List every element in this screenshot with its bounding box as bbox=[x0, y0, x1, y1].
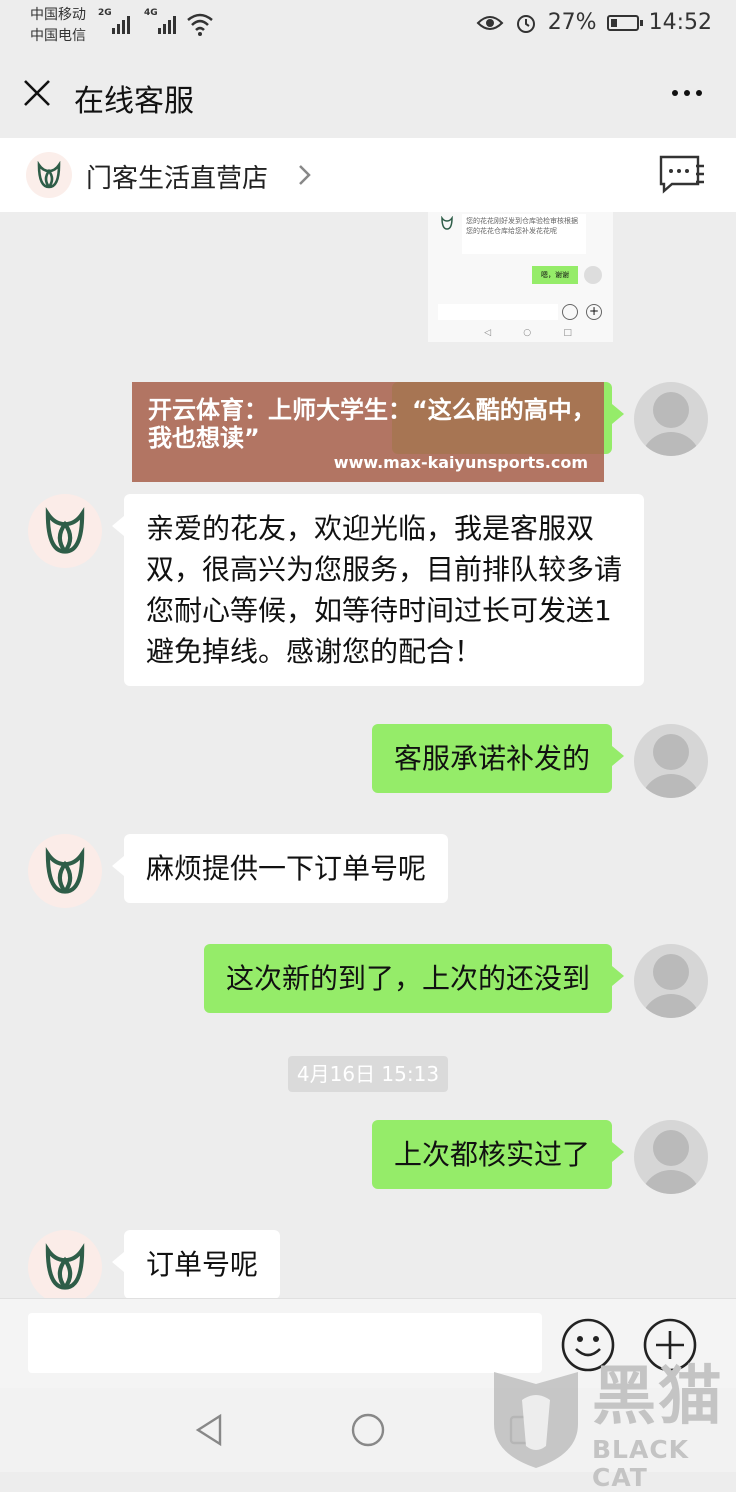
emoji-icon bbox=[562, 304, 578, 320]
avatar bbox=[584, 266, 602, 284]
battery-icon bbox=[606, 14, 643, 31]
watermark: 黑猫 BLACK CAT bbox=[486, 1360, 736, 1492]
tulip-logo-icon bbox=[45, 507, 85, 554]
user-avatar[interactable] bbox=[634, 1120, 708, 1194]
recent-square-icon: □ bbox=[563, 328, 572, 338]
shop-logo bbox=[26, 152, 72, 198]
tulip-logo-icon bbox=[45, 847, 85, 894]
wifi-icon bbox=[187, 13, 213, 36]
promo-overlay[interactable]: 开云体育：上师大学生：“这么酷的高中，我也想读” www.max-kaiyuns… bbox=[132, 382, 604, 482]
plus-icon: + bbox=[586, 304, 602, 320]
user-avatar[interactable] bbox=[634, 944, 708, 1018]
shop-bar[interactable]: 门客生活直营店 bbox=[0, 138, 736, 212]
home-circle-icon[interactable] bbox=[350, 1412, 386, 1448]
agent-avatar[interactable] bbox=[28, 494, 102, 568]
page-title: 在线客服 bbox=[74, 84, 194, 119]
watermark-brand-en: BLACK CAT bbox=[592, 1435, 690, 1492]
battery-percent: 27% bbox=[547, 10, 597, 35]
status-right: 27% 14:52 bbox=[476, 10, 712, 35]
preview-navbar: ◁ ○ □ bbox=[468, 328, 588, 338]
message-bubble-agent[interactable]: 亲爱的花友，欢迎光临，我是客服双双，很高兴为您服务，目前排队较多请您耐心等候，如… bbox=[112, 494, 644, 686]
message-bubble-user[interactable]: 客服承诺补发的 bbox=[371, 724, 625, 793]
back-triangle-icon: ◁ bbox=[484, 328, 492, 338]
message-bubble-user[interactable]: 上次都核实过了 bbox=[371, 1120, 625, 1189]
image-message-preview[interactable]: 您的花花刚好发到仓库验检审核根据您的花花仓库给您补发花花呢 嗯，谢谢 + ◁ ○… bbox=[428, 212, 613, 342]
agent-avatar[interactable] bbox=[28, 1230, 102, 1298]
chat-area[interactable]: 您的花花刚好发到仓库验检审核根据您的花花仓库给您补发花花呢 嗯，谢谢 + ◁ ○… bbox=[0, 212, 736, 1298]
tulip-logo-icon bbox=[45, 1243, 85, 1290]
preview-input bbox=[438, 304, 558, 320]
timestamp: 4月16日 15:13 bbox=[288, 1056, 448, 1092]
alarm-icon bbox=[516, 14, 535, 33]
user-avatar[interactable] bbox=[634, 724, 708, 798]
eye-icon bbox=[476, 15, 504, 30]
chevron-right-icon[interactable] bbox=[292, 160, 316, 190]
tulip-logo-icon bbox=[441, 216, 453, 230]
carrier-2: 中国电信 bbox=[30, 28, 86, 44]
title-bar: 在线客服 bbox=[0, 52, 736, 138]
black-cat-shield-logo bbox=[494, 1372, 578, 1468]
status-bar: 中国移动 中国电信 2G 4G 27% 14:52 bbox=[0, 0, 736, 52]
preview-agent-text: 您的花花刚好发到仓库验检审核根据您的花花仓库给您补发花花呢 bbox=[462, 214, 586, 254]
close-icon[interactable] bbox=[22, 78, 52, 108]
more-icon[interactable] bbox=[672, 90, 702, 96]
carrier-info: 中国移动 中国电信 bbox=[30, 5, 86, 47]
user-avatar[interactable] bbox=[634, 382, 708, 456]
tulip-logo-icon bbox=[37, 161, 61, 189]
chat-list-icon[interactable] bbox=[658, 154, 706, 194]
network-type-2: 4G bbox=[144, 8, 158, 18]
message-bubble-agent[interactable]: 订单号呢 bbox=[111, 1230, 281, 1298]
message-input[interactable] bbox=[28, 1313, 542, 1373]
agent-avatar[interactable] bbox=[28, 834, 102, 908]
clock: 14:52 bbox=[648, 10, 712, 35]
watermark-brand-cn: 黑猫 bbox=[592, 1360, 724, 1434]
home-circle-icon: ○ bbox=[523, 328, 532, 338]
signal-icon: 2G bbox=[98, 8, 130, 34]
overlay-url: www.max-kaiyunsports.com bbox=[333, 453, 588, 472]
message-bubble-agent[interactable]: 麻烦提供一下订单号呢 bbox=[111, 834, 449, 903]
signal-icon: 4G bbox=[144, 8, 176, 34]
message-bubble-user[interactable]: 这次新的到了，上次的还没到 bbox=[203, 944, 625, 1013]
overlay-title: 开云体育：上师大学生：“这么酷的高中，我也想读” bbox=[148, 396, 596, 452]
shop-name[interactable]: 门客生活直营店 bbox=[86, 158, 268, 195]
network-type-1: 2G bbox=[98, 8, 112, 18]
preview-user-text: 嗯，谢谢 bbox=[532, 266, 578, 284]
carrier-1: 中国移动 bbox=[30, 7, 86, 23]
back-triangle-icon[interactable] bbox=[192, 1412, 226, 1448]
